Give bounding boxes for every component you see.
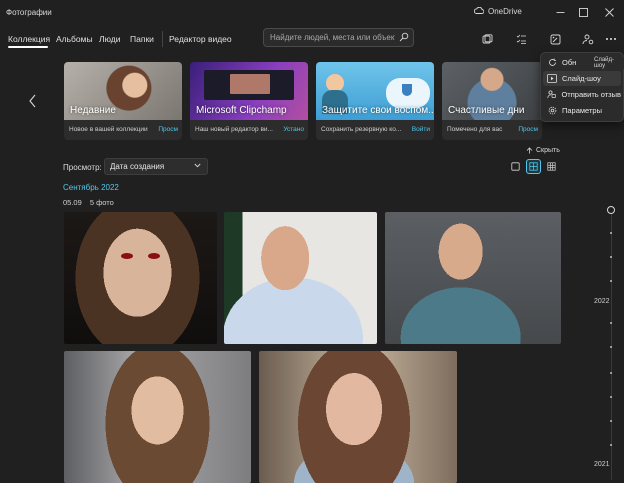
timeline-year[interactable]: 2022 bbox=[594, 298, 610, 305]
square-icon bbox=[511, 162, 520, 171]
tab-collection[interactable]: Коллекция bbox=[8, 34, 50, 44]
menu-item-settings[interactable]: Параметры bbox=[543, 103, 621, 118]
search-icon[interactable] bbox=[399, 32, 409, 44]
timeline-tick bbox=[610, 256, 612, 258]
more-options-button[interactable] bbox=[602, 31, 620, 47]
card-description: Сохранить резервную ко... bbox=[321, 126, 402, 133]
timeline-tick bbox=[610, 322, 612, 324]
card-link[interactable]: Просм bbox=[158, 126, 178, 133]
menu-item-label: Отправить отзыв bbox=[561, 90, 621, 99]
menu-item-label: Обн bbox=[562, 58, 577, 67]
timeline-tick bbox=[610, 396, 612, 398]
close-icon bbox=[604, 7, 614, 17]
menu-item-slideshow[interactable]: Слайд-шоу bbox=[543, 71, 621, 86]
hide-label: Скрыть bbox=[536, 147, 560, 154]
card-title: Защитите свои воспом... bbox=[322, 105, 434, 116]
menu-tooltip: Слайд-шоу bbox=[594, 57, 624, 69]
more-dots-icon bbox=[606, 38, 616, 40]
timeline-tick bbox=[610, 444, 612, 446]
tab-folders[interactable]: Папки bbox=[130, 34, 154, 44]
chevron-left-icon bbox=[29, 94, 36, 108]
photo-thumbnail[interactable] bbox=[64, 351, 251, 483]
timeline-tick bbox=[610, 280, 612, 282]
view-large-button[interactable] bbox=[508, 159, 523, 174]
view-label: Просмотр: bbox=[63, 163, 102, 172]
card-title: Счастливые дни bbox=[448, 105, 525, 116]
timeline-handle[interactable] bbox=[607, 206, 615, 214]
card-recent[interactable]: Недавние Новое в вашей коллекции Просм bbox=[64, 62, 182, 140]
card-backup[interactable]: Защитите свои воспом... Сохранить резерв… bbox=[316, 62, 434, 140]
month-heading: Сентябрь 2022 bbox=[63, 183, 119, 192]
view-medium-button[interactable] bbox=[526, 159, 541, 174]
maximize-icon bbox=[578, 7, 588, 17]
search-input[interactable] bbox=[270, 31, 395, 44]
person-gear-icon bbox=[582, 34, 594, 44]
view-small-button[interactable] bbox=[544, 159, 559, 174]
card-title: Недавние bbox=[70, 105, 116, 116]
refresh-icon bbox=[546, 57, 558, 69]
card-title: Microsoft Clipchamp bbox=[196, 105, 287, 116]
card-clipchamp[interactable]: Microsoft Clipchamp Наш новый редактор в… bbox=[190, 62, 308, 140]
photo-thumbnail[interactable] bbox=[259, 351, 457, 483]
hide-button[interactable]: Скрыть bbox=[526, 147, 560, 154]
maximize-button[interactable] bbox=[572, 2, 594, 22]
menu-item-feedback[interactable]: Отправить отзыв bbox=[543, 87, 621, 102]
card-link[interactable]: Просм bbox=[518, 126, 538, 133]
timeline-tick bbox=[610, 346, 612, 348]
minimize-button[interactable] bbox=[549, 2, 571, 22]
card-happy-days[interactable]: Счастливые дни Помечено для вас Просм bbox=[442, 62, 542, 140]
card-link[interactable]: Устано bbox=[283, 126, 304, 133]
photo-thumbnail[interactable] bbox=[385, 212, 561, 344]
select-list-icon bbox=[516, 34, 526, 44]
select-button[interactable] bbox=[512, 31, 530, 47]
photo-count: 5 фото bbox=[89, 198, 114, 207]
grid-2x2-icon bbox=[529, 162, 538, 171]
tab-video-editor[interactable]: Редактор видео bbox=[169, 34, 232, 44]
timeline-year[interactable]: 2021 bbox=[594, 461, 610, 468]
slideshow-icon bbox=[546, 73, 558, 85]
date-label: 05.09 bbox=[63, 198, 82, 207]
carousel-prev-button[interactable] bbox=[28, 94, 38, 110]
timeline-tick bbox=[610, 420, 612, 422]
card-description: Новое в вашей коллекции bbox=[69, 126, 148, 133]
search-box[interactable] bbox=[263, 28, 414, 47]
photo-thumbnail[interactable] bbox=[64, 212, 217, 344]
photo-thumbnail[interactable] bbox=[224, 212, 377, 344]
tab-people[interactable]: Люди bbox=[99, 34, 120, 44]
import-button[interactable] bbox=[478, 31, 496, 47]
onedrive-status[interactable]: OneDrive bbox=[473, 6, 522, 16]
cloud-icon bbox=[473, 6, 485, 16]
import-icon bbox=[482, 33, 492, 43]
timeline-tick bbox=[610, 232, 612, 234]
chevron-down-icon bbox=[194, 163, 201, 168]
onedrive-label: OneDrive bbox=[488, 7, 522, 16]
tab-albums[interactable]: Альбомы bbox=[56, 34, 93, 44]
active-tab-indicator bbox=[8, 46, 48, 48]
card-link[interactable]: Войти bbox=[412, 126, 430, 133]
menu-item-label: Слайд-шоу bbox=[562, 74, 601, 83]
date-group-header: 05.09 5 фото bbox=[63, 198, 120, 207]
feedback-icon bbox=[546, 89, 557, 101]
app-title: Фотографии bbox=[6, 8, 52, 17]
settings-icon bbox=[546, 105, 558, 117]
timeline-tick bbox=[610, 372, 612, 374]
card-description: Наш новый редактор ви... bbox=[195, 126, 273, 133]
minimize-icon bbox=[556, 11, 564, 13]
title-bar bbox=[0, 0, 624, 26]
sort-dropdown[interactable]: Дата создания bbox=[104, 158, 208, 175]
edit-image-icon bbox=[550, 34, 560, 44]
arrow-up-icon bbox=[526, 147, 533, 154]
card-description: Помечено для вас bbox=[447, 126, 503, 133]
menu-item-label: Параметры bbox=[562, 106, 602, 115]
nav-divider bbox=[162, 31, 163, 47]
grid-3x3-icon bbox=[547, 162, 556, 171]
account-button[interactable] bbox=[579, 31, 597, 47]
edit-button[interactable] bbox=[546, 31, 564, 47]
close-button[interactable] bbox=[598, 2, 620, 22]
sort-dropdown-value: Дата создания bbox=[110, 162, 165, 171]
